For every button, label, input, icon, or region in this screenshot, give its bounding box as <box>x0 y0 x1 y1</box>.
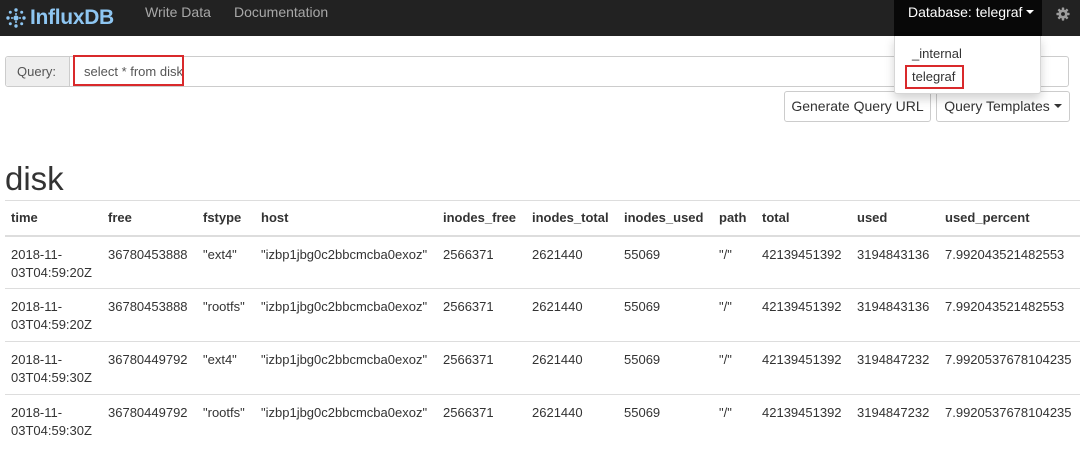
table-cell: "izbp1jbg0c2bbcmcba0exoz" <box>255 341 437 395</box>
table-cell: "izbp1jbg0c2bbcmcba0exoz" <box>255 235 437 289</box>
column-header: free <box>102 200 197 237</box>
column-header: used_percent <box>939 200 1080 237</box>
table-cell: "izbp1jbg0c2bbcmcba0exoz" <box>255 288 437 342</box>
table-row: 2018-11-03T04:59:30Z 36780449792 "ext4" … <box>5 341 1080 395</box>
caret-down-icon <box>1026 10 1035 15</box>
gear-icon <box>1056 7 1070 21</box>
table-cell: 7.9920537678104235 <box>939 341 1080 395</box>
table-cell: "/" <box>713 235 756 289</box>
query-templates-button[interactable]: Query Templates <box>936 91 1070 122</box>
column-header: inodes_free <box>437 200 526 237</box>
table-cell: 7.992043521482553 <box>939 235 1080 289</box>
table-cell: "rootfs" <box>197 288 255 342</box>
table-cell: 2566371 <box>437 341 526 395</box>
table-cell: 55069 <box>618 341 713 395</box>
influxdb-logo[interactable]: InfluxDB <box>4 0 114 36</box>
database-dropdown-menu: _internal telegraf <box>894 36 1041 94</box>
table-cell: "izbp1jbg0c2bbcmcba0exoz" <box>255 394 437 448</box>
query-templates-label: Query Templates <box>944 98 1050 114</box>
table-cell: 36780449792 <box>102 394 197 448</box>
table-row: 2018-11-03T04:59:20Z 36780453888 "rootfs… <box>5 288 1080 342</box>
dropdown-item-telegraf[interactable]: telegraf <box>895 66 1040 88</box>
database-label: Database: telegraf <box>908 4 1023 20</box>
nav-documentation-link[interactable]: Documentation <box>234 0 328 36</box>
table-cell: "rootfs" <box>197 394 255 448</box>
table-cell: 55069 <box>618 235 713 289</box>
caret-down-icon <box>1053 104 1062 109</box>
results-table: time free fstype host inodes_free inodes… <box>5 200 1080 448</box>
table-cell: 42139451392 <box>756 394 851 448</box>
dropdown-item-internal[interactable]: _internal <box>895 43 1040 65</box>
settings-button[interactable] <box>1050 4 1076 24</box>
table-cell: 2018-11-03T04:59:30Z <box>5 394 102 448</box>
generate-query-url-button[interactable]: Generate Query URL <box>784 91 931 122</box>
table-cell: "/" <box>713 394 756 448</box>
table-row: 2018-11-03T04:59:30Z 36780449792 "rootfs… <box>5 394 1080 448</box>
column-header: used <box>851 200 939 237</box>
table-cell: 2566371 <box>437 394 526 448</box>
table-cell: 2018-11-03T04:59:30Z <box>5 341 102 395</box>
brand-name: InfluxDB <box>30 6 114 29</box>
table-cell: 7.992043521482553 <box>939 288 1080 342</box>
table-cell: 2566371 <box>437 288 526 342</box>
column-header: time <box>5 200 102 237</box>
table-cell: "/" <box>713 341 756 395</box>
table-cell: 55069 <box>618 394 713 448</box>
measurement-title: disk <box>5 160 64 197</box>
column-header: inodes_total <box>526 200 618 237</box>
column-header: total <box>756 200 851 237</box>
table-cell: 3194843136 <box>851 235 939 289</box>
column-header: host <box>255 200 437 237</box>
table-cell: 7.9920537678104235 <box>939 394 1080 448</box>
table-cell: 2621440 <box>526 341 618 395</box>
table-cell: 3194847232 <box>851 394 939 448</box>
table-cell: 55069 <box>618 288 713 342</box>
column-header: inodes_used <box>618 200 713 237</box>
table-cell: 3194847232 <box>851 341 939 395</box>
table-cell: 2621440 <box>526 235 618 289</box>
table-cell: 36780449792 <box>102 341 197 395</box>
database-dropdown-toggle[interactable]: Database: telegraf <box>894 0 1042 36</box>
table-cell: "ext4" <box>197 235 255 289</box>
table-cell: 36780453888 <box>102 288 197 342</box>
table-cell: "ext4" <box>197 341 255 395</box>
column-header: path <box>713 200 756 237</box>
table-cell: "/" <box>713 288 756 342</box>
top-navbar: InfluxDB Write Data Documentation Databa… <box>0 0 1080 36</box>
table-cell: 42139451392 <box>756 235 851 289</box>
table-cell: 42139451392 <box>756 288 851 342</box>
table-header-row: time free fstype host inodes_free inodes… <box>5 200 1080 237</box>
table-cell: 36780453888 <box>102 235 197 289</box>
column-header: fstype <box>197 200 255 237</box>
table-cell: 42139451392 <box>756 341 851 395</box>
table-row: 2018-11-03T04:59:20Z 36780453888 "ext4" … <box>5 235 1080 289</box>
influxdb-logo-icon <box>6 8 26 28</box>
table-cell: 3194843136 <box>851 288 939 342</box>
table-cell: 2621440 <box>526 288 618 342</box>
table-cell: 2018-11-03T04:59:20Z <box>5 288 102 342</box>
query-label: Query: <box>6 57 70 86</box>
nav-write-data-link[interactable]: Write Data <box>145 0 211 36</box>
table-cell: 2018-11-03T04:59:20Z <box>5 235 102 289</box>
table-cell: 2621440 <box>526 394 618 448</box>
table-cell: 2566371 <box>437 235 526 289</box>
